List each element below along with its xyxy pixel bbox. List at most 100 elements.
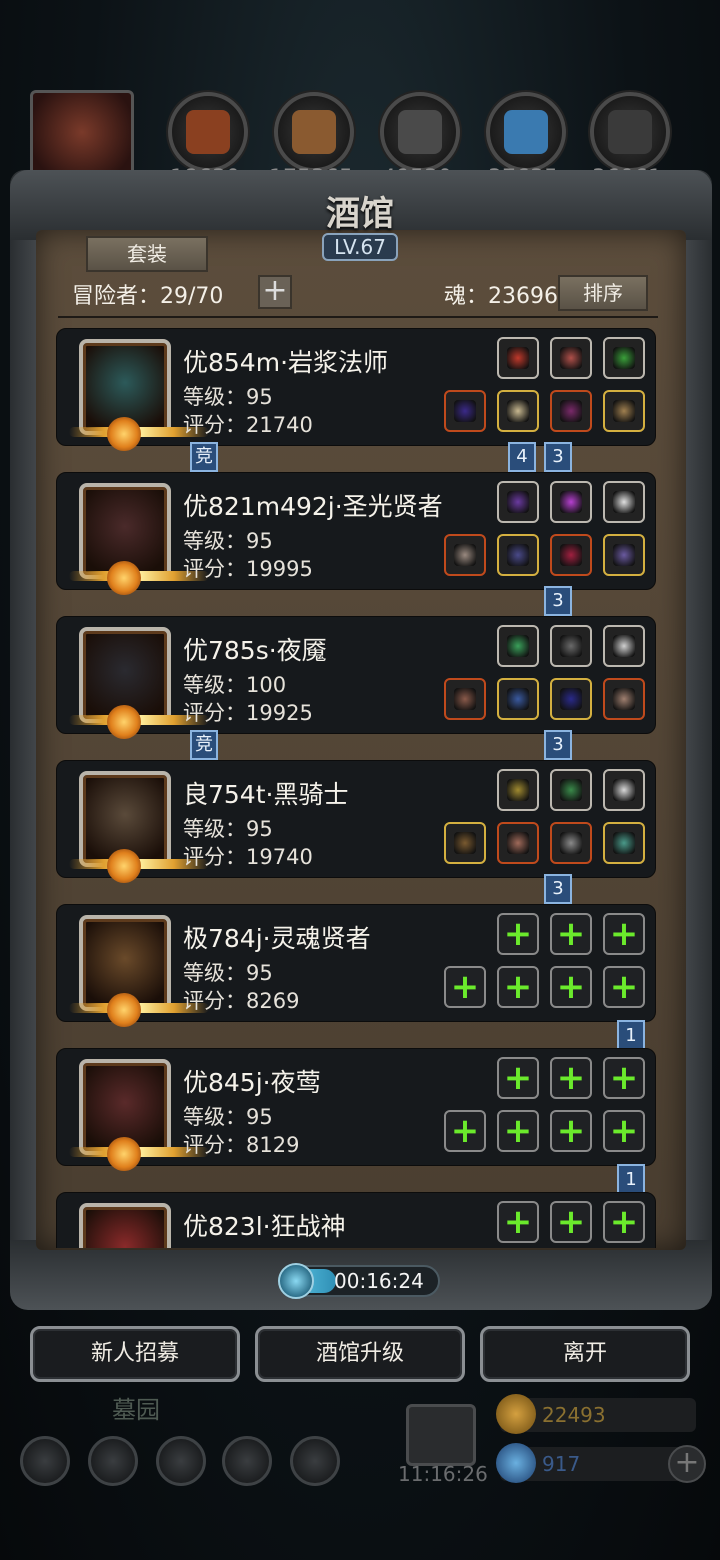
empty-equipment-slot[interactable]: + (603, 966, 645, 1008)
equipment-slot[interactable] (497, 822, 539, 864)
rank-emblem-icon (107, 849, 141, 883)
hero-card[interactable]: 优845j·夜莺 等级：95 评分：8129 + + + + + + + (56, 1048, 656, 1171)
empty-equipment-slot[interactable]: + (497, 966, 539, 1008)
equipment-slot[interactable] (550, 481, 592, 523)
empty-equipment-slot[interactable]: + (550, 1201, 592, 1243)
empty-equipment-slot[interactable]: + (497, 1057, 539, 1099)
equipment-slot[interactable] (603, 678, 645, 720)
empty-equipment-slot[interactable]: + (550, 966, 592, 1008)
rank-emblem-icon (107, 417, 141, 451)
equipment-slot[interactable] (550, 337, 592, 379)
equipment-slot[interactable] (603, 769, 645, 811)
stone-icon[interactable] (380, 92, 460, 172)
hero-card[interactable]: 优823l·狂战神+++++++ (56, 1192, 656, 1248)
equipment-item-icon (507, 779, 529, 801)
equipment-item-icon (560, 635, 582, 657)
add-equipment-icon: + (503, 1058, 533, 1098)
crystal-icon[interactable] (486, 92, 566, 172)
gem-value: 917 (542, 1452, 581, 1476)
divider (58, 316, 658, 318)
hero-card[interactable]: 优854m·岩浆法师 等级：95 评分：21740 (56, 328, 656, 451)
add-slot-button[interactable]: + (258, 275, 292, 309)
wood-icon[interactable] (274, 92, 354, 172)
hero-card[interactable]: 优785s·夜魇 等级：100 评分：19925 (56, 616, 656, 739)
equipment-slot[interactable] (550, 625, 592, 667)
equipment-slot[interactable] (603, 625, 645, 667)
hero-level: 等级：95 (183, 385, 273, 409)
add-equipment-icon: + (556, 914, 586, 954)
equipment-slot[interactable] (550, 822, 592, 864)
equipment-slot[interactable] (550, 534, 592, 576)
iron-icon[interactable] (590, 92, 670, 172)
equipment-slot[interactable] (603, 534, 645, 576)
equipment-slot[interactable] (497, 769, 539, 811)
equipment-slot[interactable] (603, 390, 645, 432)
hero-level: 等级：95 (183, 961, 273, 985)
set-button[interactable]: 套装 (86, 236, 208, 272)
empty-equipment-slot[interactable]: + (550, 1110, 592, 1152)
leave-button[interactable]: 离开 (480, 1326, 690, 1382)
equipment-item-icon (560, 400, 582, 422)
sort-button[interactable]: 排序 (558, 275, 648, 311)
equipment-item-icon (507, 400, 529, 422)
empty-equipment-slot[interactable]: + (550, 913, 592, 955)
empty-equipment-slot[interactable]: + (550, 1057, 592, 1099)
hero-card[interactable]: 优821m492j·圣光贤者 等级：95 评分：19995 (56, 472, 656, 595)
equipment-slot[interactable] (550, 769, 592, 811)
equipment-slot[interactable] (603, 481, 645, 523)
equipment-slot[interactable] (550, 678, 592, 720)
recruit-button[interactable]: 新人招募 (30, 1326, 240, 1382)
equipment-item-icon (507, 832, 529, 854)
hero-card[interactable]: 良754t·黑骑士 等级：95 评分：19740 (56, 760, 656, 883)
hero-card[interactable]: 极784j·灵魂贤者等级：95 评分：8269 + + + + + + + (56, 904, 656, 1027)
mail-icon (222, 1436, 272, 1486)
equipment-slot[interactable] (444, 534, 486, 576)
add-equipment-icon: + (609, 914, 639, 954)
empty-equipment-slot[interactable]: + (603, 1057, 645, 1099)
empty-equipment-slot[interactable]: + (444, 966, 486, 1008)
equipment-item-icon (507, 635, 529, 657)
equipment-slot[interactable] (603, 822, 645, 864)
hero-score: 评分：21740 (183, 413, 313, 437)
hero-score: 评分：8269 (183, 989, 300, 1013)
empty-equipment-slot[interactable]: + (444, 1110, 486, 1152)
rank-emblem-icon (107, 1137, 141, 1171)
empty-equipment-slot[interactable]: + (603, 1201, 645, 1243)
hero-portrait[interactable] (79, 1203, 171, 1248)
equipment-slot[interactable] (444, 390, 486, 432)
equipment-slot[interactable] (497, 337, 539, 379)
equipment-slot[interactable] (444, 678, 486, 720)
equipment-slot[interactable] (444, 822, 486, 864)
shield-icon (290, 1436, 340, 1486)
hero-name: 极784j·灵魂贤者 (183, 924, 371, 953)
equipment-slot[interactable] (603, 337, 645, 379)
equipment-slot[interactable] (497, 534, 539, 576)
equipment-slot[interactable] (497, 390, 539, 432)
hero-level: 等级：95 (183, 817, 273, 841)
star-count-badge: 3 (544, 730, 572, 760)
equipment-slot[interactable] (497, 678, 539, 720)
equipment-slot[interactable] (550, 390, 592, 432)
add-equipment-icon: + (556, 1058, 586, 1098)
add-equipment-icon: + (503, 914, 533, 954)
meat-icon[interactable] (168, 92, 248, 172)
equipment-slot[interactable] (497, 481, 539, 523)
star-count-badge: 3 (544, 586, 572, 616)
equipment-item-icon (613, 779, 635, 801)
rank-emblem-icon (107, 561, 141, 595)
empty-equipment-slot[interactable]: + (603, 913, 645, 955)
timer-bar: 00:16:24 (278, 1263, 440, 1299)
empty-equipment-slot[interactable]: + (497, 1110, 539, 1152)
add-currency-button: + (668, 1445, 706, 1483)
hero-level: 等级：100 (183, 673, 287, 697)
equipment-item-icon (454, 400, 476, 422)
empty-equipment-slot[interactable]: + (603, 1110, 645, 1152)
hero-score: 评分：19740 (183, 845, 313, 869)
hero-list[interactable]: 优854m·岩浆法师 等级：95 评分：21740 竞 4 3 优821m492j·圣光贤者… (56, 326, 658, 1248)
equipment-slot[interactable] (497, 625, 539, 667)
upgrade-tavern-button[interactable]: 酒馆升级 (255, 1326, 465, 1382)
empty-equipment-slot[interactable]: + (497, 913, 539, 955)
arena-badge: 竞 (190, 730, 218, 760)
equipment-item-icon (613, 400, 635, 422)
empty-equipment-slot[interactable]: + (497, 1201, 539, 1243)
